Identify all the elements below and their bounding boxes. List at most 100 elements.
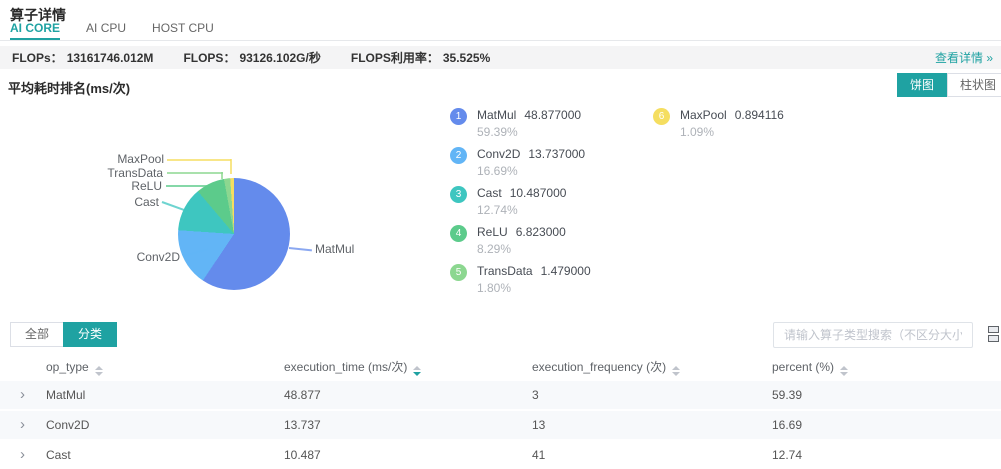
column-header-percent[interactable]: percent (%)	[772, 355, 1001, 379]
filter-all-button[interactable]: 全部	[10, 322, 64, 347]
pie-label-cast: Cast	[134, 195, 159, 209]
column-header-execution-time[interactable]: execution_time (ms/次)	[284, 355, 532, 379]
legend-percent: 12.74%	[477, 203, 566, 217]
cell-execution-time: 10.487	[284, 441, 532, 469]
cell-percent: 12.74	[772, 441, 1001, 469]
pie-label-maxpool: MaxPool	[117, 152, 164, 166]
cell-op-type: Conv2D	[46, 418, 89, 432]
legend-item-cast[interactable]: 3 Cast 10.487000 12.74%	[450, 186, 566, 217]
column-label: op_type	[46, 360, 89, 374]
pie-chart[interactable]	[178, 178, 290, 290]
cell-execution-time: 13.737	[284, 411, 532, 439]
leader-line-relu	[166, 185, 208, 187]
flops-utilization-label: FLOPS利用率：	[351, 51, 439, 65]
expand-row-icon[interactable]: ›	[20, 441, 25, 469]
chart-section: 平均耗时排名(ms/次) 饼图 柱状图 MaxPool TransData Re…	[0, 70, 1001, 315]
chart-view-toggle: 饼图 柱状图	[897, 73, 1001, 97]
legend-item-relu[interactable]: 4 ReLU 6.823000 8.29%	[450, 225, 566, 256]
leader-line-transdata-elbow	[221, 172, 223, 179]
column-label: percent (%)	[772, 360, 834, 374]
sort-icon[interactable]	[95, 366, 103, 376]
tab-ai-cpu[interactable]: AI CPU	[86, 21, 126, 40]
operator-table-section: 全部 分类 op_type execution_time (ms/次) exec…	[0, 315, 1001, 464]
view-detail-link[interactable]: 查看详情 »	[935, 49, 993, 66]
cell-execution-frequency: 13	[532, 411, 772, 439]
legend-item-maxpool[interactable]: 6 MaxPool 0.894116 1.09%	[653, 108, 784, 139]
flops-total: FLOPs： 13161746.012M	[12, 49, 153, 66]
legend-value: 10.487000	[510, 186, 567, 200]
flops-utilization: FLOPS利用率： 35.525%	[351, 49, 490, 66]
table-row-conv2d[interactable]: › Conv2D 13.737 13 16.69	[0, 411, 1001, 439]
leader-line-matmul	[289, 247, 312, 251]
pie-label-conv2d: Conv2D	[137, 250, 180, 264]
tab-bar: AI CORE AI CPU HOST CPU	[0, 21, 1001, 41]
legend-value: 6.823000	[516, 225, 566, 239]
flops-utilization-value: 35.525%	[443, 51, 490, 65]
rank-badge-4: 4	[450, 225, 467, 242]
cell-execution-frequency: 41	[532, 441, 772, 469]
legend-label: MaxPool	[680, 108, 727, 122]
leader-line-maxpool	[167, 159, 231, 161]
legend-label: TransData	[477, 264, 533, 278]
pie-label-transdata: TransData	[107, 166, 163, 180]
tab-ai-core[interactable]: AI CORE	[10, 21, 60, 40]
legend-percent: 59.39%	[477, 125, 581, 139]
flops-rate: FLOPS： 93126.102G/秒	[183, 49, 320, 66]
cell-op-type: MatMul	[46, 388, 85, 402]
table-row-cast[interactable]: › Cast 10.487 41 12.74	[0, 441, 1001, 469]
legend-label: Cast	[477, 186, 502, 200]
cell-percent: 59.39	[772, 381, 1001, 409]
leader-line-maxpool-elbow	[230, 159, 232, 174]
column-settings-icon[interactable]	[988, 326, 1001, 344]
leader-line-transdata	[167, 172, 223, 174]
rank-badge-6: 6	[653, 108, 670, 125]
sort-icon-desc-active[interactable]	[413, 366, 421, 376]
operator-search-input[interactable]	[773, 322, 973, 348]
rank-badge-3: 3	[450, 186, 467, 203]
bar-view-button[interactable]: 柱状图	[947, 73, 1001, 97]
cell-percent: 16.69	[772, 411, 1001, 439]
cell-execution-time: 48.877	[284, 381, 532, 409]
pie-label-relu: ReLU	[131, 179, 162, 193]
legend-value: 1.479000	[541, 264, 591, 278]
legend-label: MatMul	[477, 108, 516, 122]
legend-item-conv2d[interactable]: 2 Conv2D 13.737000 16.69%	[450, 147, 585, 178]
column-header-execution-frequency[interactable]: execution_frequency (次)	[532, 355, 772, 379]
legend-percent: 1.80%	[477, 281, 591, 295]
legend-label: Conv2D	[477, 147, 520, 161]
legend-label: ReLU	[477, 225, 508, 239]
legend-percent: 8.29%	[477, 242, 566, 256]
rank-badge-5: 5	[450, 264, 467, 281]
pie-view-button[interactable]: 饼图	[897, 73, 947, 97]
flops-total-label: FLOPs：	[12, 51, 63, 65]
table-filter-group: 全部 分类	[10, 322, 117, 347]
rank-badge-1: 1	[450, 108, 467, 125]
legend-value: 13.737000	[528, 147, 585, 161]
rank-badge-2: 2	[450, 147, 467, 164]
legend-percent: 1.09%	[680, 125, 784, 139]
expand-row-icon[interactable]: ›	[20, 411, 25, 439]
cell-op-type: Cast	[46, 448, 71, 462]
cell-execution-frequency: 3	[532, 381, 772, 409]
filter-category-button[interactable]: 分类	[63, 322, 117, 347]
legend-percent: 16.69%	[477, 164, 585, 178]
expand-row-icon[interactable]: ›	[20, 381, 25, 409]
flops-summary-bar: FLOPs： 13161746.012M FLOPS： 93126.102G/秒 F…	[0, 46, 1001, 69]
sort-icon[interactable]	[672, 366, 680, 376]
column-header-op-type[interactable]: op_type	[0, 355, 284, 379]
legend-item-matmul[interactable]: 1 MatMul 48.877000 59.39%	[450, 108, 581, 139]
pie-label-matmul: MatMul	[315, 242, 354, 256]
tab-host-cpu[interactable]: HOST CPU	[152, 21, 214, 40]
table-header-row: op_type execution_time (ms/次) execution_…	[0, 355, 1001, 379]
flops-rate-label: FLOPS：	[183, 51, 235, 65]
column-label: execution_frequency (次)	[532, 360, 666, 374]
chart-title: 平均耗时排名(ms/次)	[8, 78, 130, 97]
table-row-matmul[interactable]: › MatMul 48.877 3 59.39	[0, 381, 1001, 409]
column-label: execution_time (ms/次)	[284, 360, 407, 374]
flops-total-value: 13161746.012M	[67, 51, 154, 65]
flops-rate-value: 93126.102G/秒	[239, 51, 320, 65]
legend-item-transdata[interactable]: 5 TransData 1.479000 1.80%	[450, 264, 591, 295]
sort-icon[interactable]	[840, 366, 848, 376]
legend-value: 0.894116	[735, 108, 784, 122]
legend-value: 48.877000	[524, 108, 581, 122]
